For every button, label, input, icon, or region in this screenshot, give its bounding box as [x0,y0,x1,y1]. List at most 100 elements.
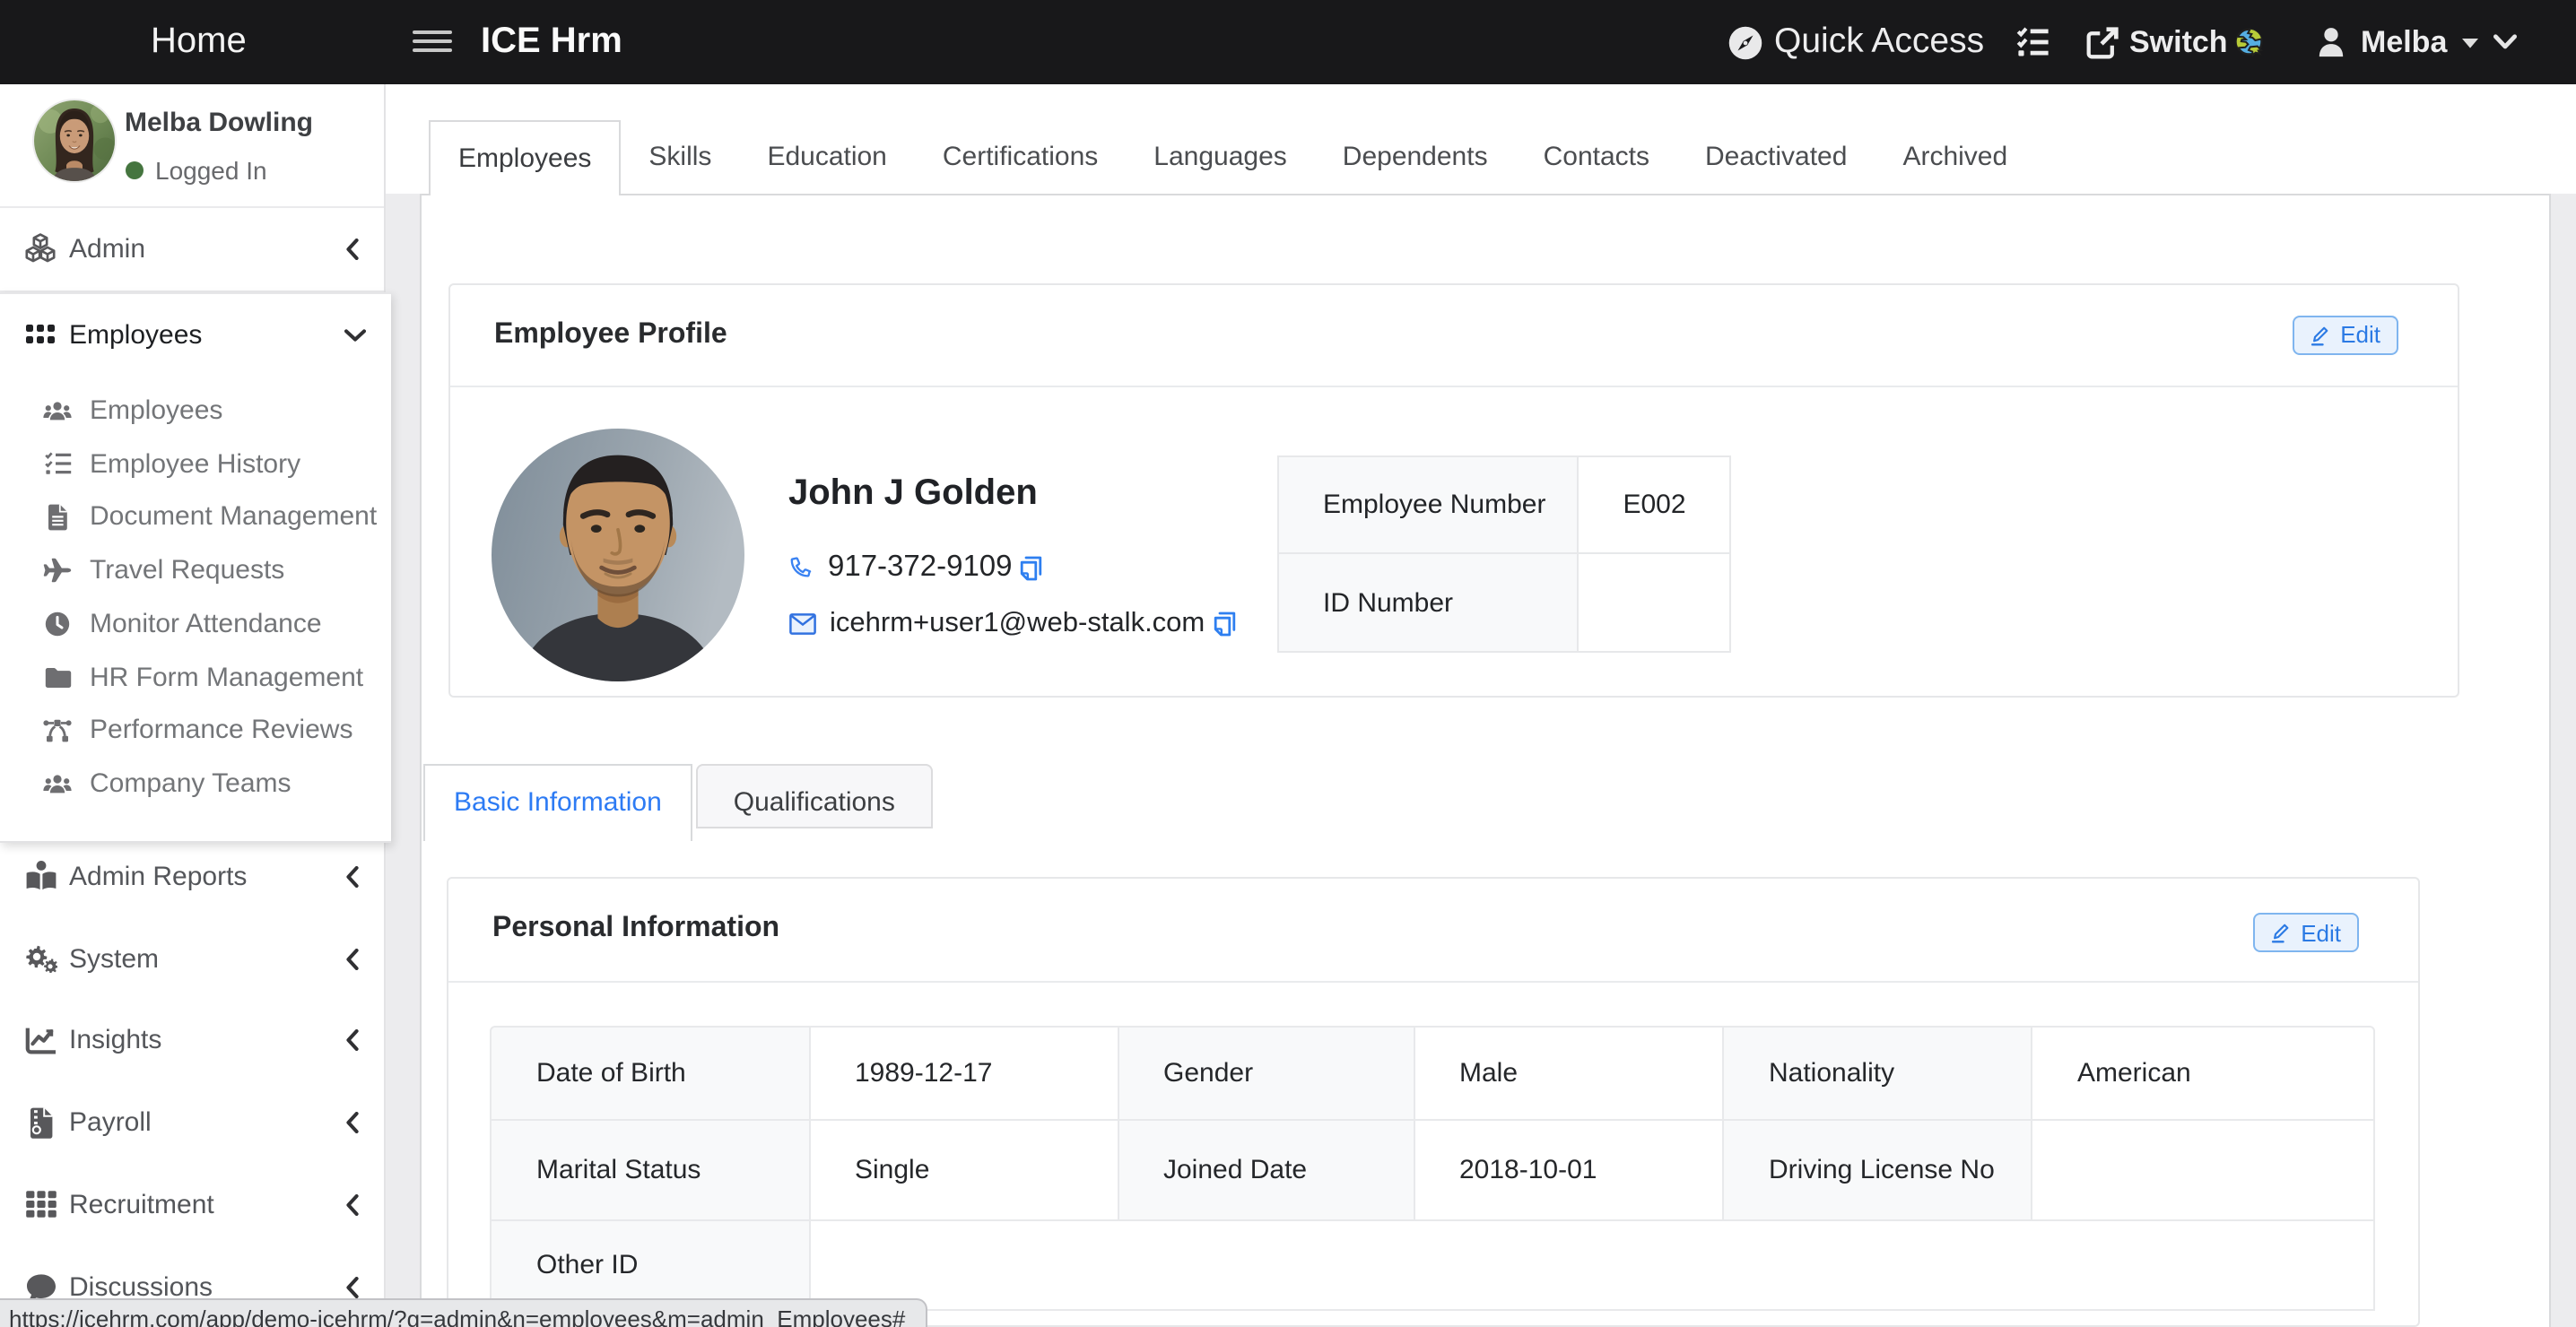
employee-profile-header: Employee Profile Edit [449,284,2457,386]
sidebar-user-name: Melba Dowling [125,108,313,138]
employee-name: John J Golden [788,473,1038,514]
sidebar-group-admin-reports[interactable]: Admin Reports [0,836,384,918]
tab-certifications[interactable]: Certifications [915,120,1126,195]
tab-basic-information[interactable]: Basic Information [423,763,692,840]
sidebar-item-employee-history[interactable]: Employee History [0,438,391,491]
driving-license-value [2032,1120,2375,1221]
joined-date-value: 2018-10-01 [1414,1120,1724,1221]
folder-icon [43,663,72,691]
table-row: ID Number [1277,554,1729,652]
plane-icon [43,556,72,585]
sidebar-group-payroll[interactable]: Payroll [0,1082,384,1165]
user-icon [2318,27,2345,57]
globe-emoji-icon [2233,26,2266,58]
sidebar-submenu: Employees Employee History Document Mana… [0,377,391,811]
hamburger-icon[interactable] [413,30,452,54]
user-label: Melba [2361,24,2447,60]
tab-employees[interactable]: Employees [429,120,621,195]
sidebar-group-system[interactable]: System [0,918,384,1001]
users-icon [43,769,72,798]
edit-profile-label: Edit [2340,321,2380,348]
edit-personal-information-button[interactable]: Edit [2252,913,2359,952]
chart-line-icon [23,1024,57,1058]
home-nav-item[interactable]: Home [151,0,247,84]
list-check-icon [43,449,72,478]
envelope-icon [788,612,815,634]
sidebar-group-admin[interactable]: Admin [0,208,384,292]
sidebar-item-label: Employee History [90,448,300,479]
employee-profile-title: Employee Profile [494,318,727,351]
personal-information-header: Personal Information Edit [448,878,2417,982]
sidebar-item-performance-reviews[interactable]: Performance Reviews [0,704,391,758]
sidebar-group-label: Recruitment [69,1190,214,1220]
avatar[interactable] [34,100,115,181]
gears-icon [23,941,57,976]
sidebar-item-employees[interactable]: Employees [0,384,391,438]
personal-information-card: Personal Information Edit Date of Birth … [446,876,2419,1326]
switch-button[interactable]: Switch [2086,0,2228,84]
collapse-topbar-button[interactable] [2493,0,2517,84]
status-dot-icon [125,161,144,180]
personal-information-title: Personal Information [492,913,779,945]
app-brand[interactable]: ICE Hrm [481,0,622,84]
tab-skills[interactable]: Skills [621,120,739,195]
copy-icon [1212,611,1235,636]
topbar: Home ICE Hrm Quick Access Switch [0,0,2576,84]
quick-access-label: Quick Access [1774,22,1984,63]
sidebar-item-monitor-attendance[interactable]: Monitor Attendance [0,597,391,651]
grip-horizontal-icon [23,318,57,352]
chevron-left-icon [346,866,359,888]
quick-access-button[interactable]: Quick Access [1727,0,1984,84]
tab-archived[interactable]: Archived [1875,120,2035,195]
sidebar-item-hr-form-management[interactable]: HR Form Management [0,651,391,705]
list-check-icon [2016,25,2050,59]
sidebar-item-label: HR Form Management [90,662,363,692]
sidebar-group-insights[interactable]: Insights [0,1000,384,1082]
id-number-label: ID Number [1277,554,1577,652]
language-button[interactable] [2233,0,2266,84]
tab-deactivated[interactable]: Deactivated [1677,120,1875,195]
sidebar-group-label: System [69,943,159,974]
bezier-curve-icon [43,716,72,745]
sidebar-group-label: Payroll [69,1107,152,1138]
sidebar-item-company-teams[interactable]: Company Teams [0,758,391,811]
tab-dependents[interactable]: Dependents [1315,120,1516,195]
status-url-bar: https://icehrm.com/app/demo-icehrm/?g=ad… [0,1297,927,1327]
sidebar-item-label: Company Teams [90,768,292,799]
sidebar-profile: Melba Dowling Logged In [0,84,384,208]
sidebar-group-employees[interactable]: Employees [0,294,391,377]
chevron-left-icon [346,948,359,969]
edit-personal-information-label: Edit [2301,919,2341,946]
caret-down-icon [2461,37,2479,48]
joined-date-label: Joined Date [1118,1120,1414,1221]
table-row: Employee Number E002 [1277,456,1729,554]
marital-status-label: Marital Status [490,1120,810,1221]
tab-education[interactable]: Education [739,120,914,195]
nationality-value: American [2032,1026,2375,1120]
sidebar-group-label: Admin Reports [69,862,247,892]
login-status: Logged In [125,156,267,185]
sidebar-item-label: Performance Reviews [90,716,352,746]
employee-profile-card: Employee Profile Edit [448,282,2459,697]
employee-photo [491,428,744,681]
chevron-left-icon [346,239,359,260]
sidebar-group-recruitment[interactable]: Recruitment [0,1164,384,1246]
tab-qualifications[interactable]: Qualifications [696,763,933,828]
switch-label: Switch [2129,24,2228,60]
tasks-button[interactable] [2016,0,2050,84]
edit-profile-button[interactable]: Edit [2292,315,2398,354]
compass-icon [1727,24,1763,60]
personal-information-table: Date of Birth 1989-12-17 Gender Male Nat… [490,1026,2375,1310]
other-id-value [810,1221,2375,1310]
tab-languages[interactable]: Languages [1126,120,1315,195]
sidebar-item-document-management[interactable]: Document Management [0,490,391,544]
user-menu[interactable]: Melba [2318,0,2479,84]
sidebar-item-travel-requests[interactable]: Travel Requests [0,544,391,598]
pencil-icon [2308,324,2329,345]
employee-email-row: icehrm+user1@web-stalk.com [788,607,1235,639]
tab-contacts[interactable]: Contacts [1516,120,1677,195]
sidebar-item-label: Employees [90,395,222,426]
employee-phone[interactable]: 917-372-9109 [828,551,1013,585]
employee-email[interactable]: icehrm+user1@web-stalk.com [830,607,1205,639]
users-icon [43,396,72,425]
